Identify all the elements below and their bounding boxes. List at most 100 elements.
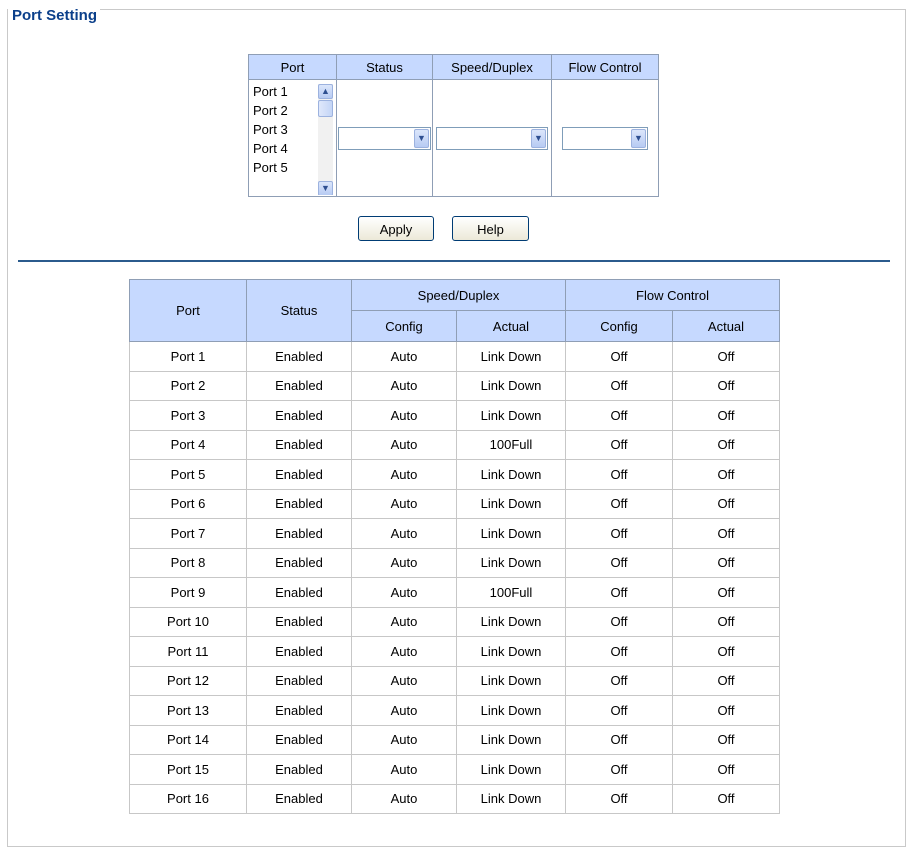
cell-speed-actual: Link Down <box>456 547 566 578</box>
cell-status: Enabled <box>246 547 352 578</box>
config-header-status: Status <box>336 54 433 80</box>
cell-flow-actual: Off <box>672 547 780 578</box>
cell-port: Port 12 <box>129 665 247 696</box>
cell-status: Enabled <box>246 783 352 814</box>
cell-speed-config: Auto <box>351 606 457 637</box>
status-table-body: Port 1 Enabled Auto Link Down Off Off Port 2 En… <box>129 341 780 814</box>
table-row: Port 5 Enabled Auto Link Down Off Off <box>129 459 780 490</box>
table-row: Port 13 Enabled Auto Link Down Off Off <box>129 695 780 726</box>
cell-flow-actual: Off <box>672 636 780 667</box>
cell-flow-actual: Off <box>672 754 780 785</box>
table-row: Port 8 Enabled Auto Link Down Off Off <box>129 547 780 578</box>
apply-button[interactable]: Apply <box>358 216 434 241</box>
flow-select-cell: ▼ <box>551 79 659 197</box>
chevron-down-icon[interactable]: ▼ <box>631 128 646 148</box>
cell-speed-config: Auto <box>351 459 457 490</box>
cell-speed-actual: Link Down <box>456 459 566 490</box>
table-row: Port 9 Enabled Auto 100Full Off Off <box>129 577 780 608</box>
cell-flow-config: Off <box>565 370 673 401</box>
cell-status: Enabled <box>246 341 352 372</box>
cell-flow-config: Off <box>565 724 673 755</box>
section-title: Port Setting <box>8 6 100 26</box>
cell-speed-config: Auto <box>351 488 457 519</box>
chevron-up-icon[interactable]: ▲ <box>318 84 333 99</box>
cell-port: Port 11 <box>129 636 247 667</box>
port-status-table: Port Status Speed/Duplex Flow Control Co… <box>129 279 780 814</box>
cell-status: Enabled <box>246 665 352 696</box>
port-listbox-cell: Port 1 Port 2 Port 3 Port 4 Port 5 ▲ ▼ <box>248 79 337 197</box>
cell-speed-actual: 100Full <box>456 577 566 608</box>
cell-port: Port 14 <box>129 724 247 755</box>
table-row: Port 12 Enabled Auto Link Down Off Off <box>129 665 780 696</box>
cell-flow-config: Off <box>565 783 673 814</box>
help-button[interactable]: Help <box>452 216 529 241</box>
config-header-flow: Flow Control <box>551 54 659 80</box>
cell-port: Port 15 <box>129 754 247 785</box>
cell-flow-actual: Off <box>672 695 780 726</box>
cell-flow-actual: Off <box>672 459 780 490</box>
cell-status: Enabled <box>246 577 352 608</box>
cell-status: Enabled <box>246 400 352 431</box>
cell-flow-config: Off <box>565 754 673 785</box>
table-row: Port 16 Enabled Auto Link Down Off Off <box>129 783 780 814</box>
cell-flow-config: Off <box>565 518 673 549</box>
cell-speed-config: Auto <box>351 754 457 785</box>
cell-flow-config: Off <box>565 577 673 608</box>
cell-port: Port 16 <box>129 783 247 814</box>
cell-speed-actual: Link Down <box>456 754 566 785</box>
cell-status: Enabled <box>246 429 352 460</box>
table-row: Port 3 Enabled Auto Link Down Off Off <box>129 400 780 431</box>
cell-speed-config: Auto <box>351 724 457 755</box>
cell-speed-config: Auto <box>351 341 457 372</box>
status-header-flow-config: Config <box>565 310 673 342</box>
table-row: Port 15 Enabled Auto Link Down Off Off <box>129 754 780 785</box>
status-header-speed-config: Config <box>351 310 457 342</box>
cell-flow-actual: Off <box>672 724 780 755</box>
cell-port: Port 13 <box>129 695 247 726</box>
flow-control-select[interactable]: ▼ <box>562 126 648 150</box>
config-header-speed: Speed/Duplex <box>432 54 552 80</box>
cell-speed-actual: Link Down <box>456 370 566 401</box>
cell-flow-config: Off <box>565 606 673 637</box>
cell-flow-actual: Off <box>672 370 780 401</box>
cell-port: Port 1 <box>129 341 247 372</box>
cell-speed-config: Auto <box>351 547 457 578</box>
chevron-down-icon[interactable]: ▼ <box>318 181 333 195</box>
table-row: Port 10 Enabled Auto Link Down Off Off <box>129 606 780 637</box>
cell-flow-config: Off <box>565 695 673 726</box>
chevron-down-icon[interactable]: ▼ <box>531 128 546 148</box>
port-list-scrollbar[interactable]: ▲ ▼ <box>318 84 333 195</box>
status-header-status: Status <box>246 279 352 342</box>
table-row: Port 11 Enabled Auto Link Down Off Off <box>129 636 780 667</box>
cell-flow-actual: Off <box>672 400 780 431</box>
cell-speed-actual: Link Down <box>456 665 566 696</box>
status-header-port: Port <box>129 279 247 342</box>
cell-flow-config: Off <box>565 429 673 460</box>
cell-flow-actual: Off <box>672 518 780 549</box>
status-header-speed: Speed/Duplex <box>351 279 566 311</box>
cell-speed-actual: 100Full <box>456 429 566 460</box>
port-config-table: Port Status Speed/Duplex Flow Control Po… <box>248 54 659 197</box>
cell-flow-actual: Off <box>672 577 780 608</box>
table-row: Port 4 Enabled Auto 100Full Off Off <box>129 429 780 460</box>
port-listbox[interactable]: Port 1 Port 2 Port 3 Port 4 Port 5 ▲ ▼ <box>250 82 335 195</box>
speed-duplex-select[interactable]: ▼ <box>436 126 548 150</box>
speed-select-cell: ▼ <box>432 79 552 197</box>
chevron-down-icon[interactable]: ▼ <box>414 128 429 148</box>
cell-port: Port 9 <box>129 577 247 608</box>
cell-status: Enabled <box>246 606 352 637</box>
cell-speed-actual: Link Down <box>456 636 566 667</box>
status-header-flow-actual: Actual <box>672 310 780 342</box>
status-select[interactable]: ▼ <box>338 126 431 150</box>
cell-status: Enabled <box>246 695 352 726</box>
cell-flow-actual: Off <box>672 606 780 637</box>
cell-port: Port 7 <box>129 518 247 549</box>
cell-port: Port 10 <box>129 606 247 637</box>
cell-flow-config: Off <box>565 400 673 431</box>
scrollbar-thumb[interactable] <box>318 100 333 117</box>
cell-flow-actual: Off <box>672 488 780 519</box>
table-row: Port 2 Enabled Auto Link Down Off Off <box>129 370 780 401</box>
cell-speed-config: Auto <box>351 518 457 549</box>
cell-speed-config: Auto <box>351 783 457 814</box>
cell-speed-actual: Link Down <box>456 488 566 519</box>
